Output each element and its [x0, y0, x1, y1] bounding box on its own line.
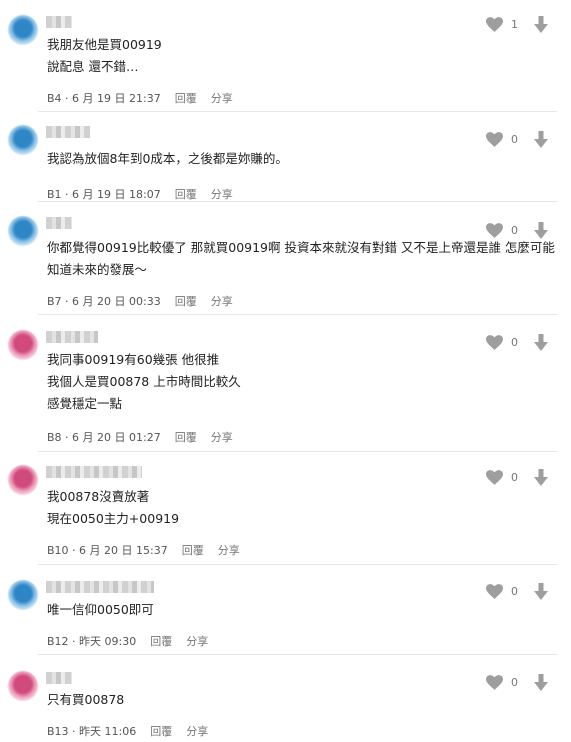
share-button[interactable]: 分享 [211, 92, 233, 105]
username-blurred[interactable] [46, 126, 90, 138]
comment-meta: B7 · 6 月 20 日 00:33 回覆 分享 [47, 293, 233, 309]
floor-number: B12 [47, 635, 69, 648]
floor-number: B10 [47, 544, 69, 557]
comment-item: 我認為放個8年到0成本，之後都是妳賺的。 B1 · 6 月 19 日 18:07 回… [0, 112, 571, 202]
username-blurred[interactable] [46, 331, 98, 343]
downvote-arrow-icon[interactable] [534, 469, 548, 486]
like-count: 0 [511, 336, 518, 349]
comment-item: 只有買00878 B13 · 昨天 11:06 回覆 分享 0 [0, 655, 571, 742]
reply-button[interactable]: 回覆 [175, 431, 197, 444]
comment-text-line: 唯一信仰0050即可 [47, 602, 154, 617]
avatar[interactable] [8, 15, 38, 45]
like-count: 0 [511, 676, 518, 689]
avatar[interactable] [8, 125, 38, 155]
share-button[interactable]: 分享 [211, 431, 233, 444]
comment-date: 昨天 09:30 [79, 635, 137, 648]
comment-text-line: 我00878沒賣放著 [47, 489, 150, 504]
downvote-arrow-icon[interactable] [534, 16, 548, 33]
meta-separator: · [68, 544, 80, 557]
comment-text-line: 我認為放個8年到0成本，之後都是妳賺的。 [47, 151, 288, 166]
floor-number: B1 [47, 188, 62, 201]
avatar[interactable] [8, 580, 38, 610]
floor-number: B13 [47, 725, 69, 738]
meta-separator: · [61, 431, 73, 444]
comment-item: 我朋友他是買00919 說配息 還不錯… B4 · 6 月 19 日 21:37 回覆… [0, 0, 571, 112]
share-button[interactable]: 分享 [186, 635, 208, 648]
floor-number: B4 [47, 92, 62, 105]
comment-meta: B10 · 6 月 20 日 15:37 回覆 分享 [47, 542, 240, 558]
reply-button[interactable]: 回覆 [150, 635, 172, 648]
reply-button[interactable]: 回覆 [150, 725, 172, 738]
floor-number: B8 [47, 431, 62, 444]
downvote-arrow-icon[interactable] [534, 674, 548, 691]
meta-separator: · [68, 725, 80, 738]
comment-text-line: 我朋友他是買00919 [47, 37, 162, 52]
comment-item: 你都覺得00919比較優了 那就買00919啊 投資本來就沒有對錯 又不是上帝還… [0, 202, 571, 315]
reply-button[interactable]: 回覆 [175, 188, 197, 201]
username-blurred[interactable] [46, 672, 72, 684]
comment-meta: B12 · 昨天 09:30 回覆 分享 [47, 633, 208, 649]
like-count: 0 [511, 471, 518, 484]
comment-text-line: 說配息 還不錯… [47, 59, 139, 74]
comment-date: 6 月 20 日 01:27 [72, 431, 161, 444]
share-button[interactable]: 分享 [211, 188, 233, 201]
comment-date: 6 月 19 日 18:07 [72, 188, 161, 201]
like-heart-icon[interactable] [486, 335, 503, 350]
comment-date: 昨天 11:06 [79, 725, 137, 738]
meta-separator: · [61, 92, 73, 105]
avatar[interactable] [8, 465, 38, 495]
share-button[interactable]: 分享 [211, 295, 233, 308]
like-heart-icon[interactable] [486, 675, 503, 690]
avatar[interactable] [8, 330, 38, 360]
comment-item: 我00878沒賣放著現在0050主力+00919 B10 · 6 月 20 日 1… [0, 452, 571, 565]
comment-text-line: 感覺穩定一點 [47, 396, 123, 411]
comment-date: 6 月 19 日 21:37 [72, 92, 161, 105]
username-blurred[interactable] [46, 466, 142, 478]
comment-item: 我同事00919有60幾張 他很推我個人是買00878 上市時間比較久 感覺穩定一… [0, 315, 571, 452]
comment-date: 6 月 20 日 15:37 [79, 544, 168, 557]
comment-meta: B8 · 6 月 20 日 01:27 回覆 分享 [47, 429, 233, 445]
comment-text-line: 我同事00919有60幾張 他很推 [47, 352, 220, 367]
reply-button[interactable]: 回覆 [175, 295, 197, 308]
downvote-arrow-icon[interactable] [534, 583, 548, 600]
share-button[interactable]: 分享 [186, 725, 208, 738]
reply-button[interactable]: 回覆 [182, 544, 204, 557]
downvote-arrow-icon[interactable] [534, 334, 548, 351]
comment-list: 我朋友他是買00919 說配息 還不錯… B4 · 6 月 19 日 21:37 回覆… [0, 0, 571, 742]
comment-text-line: 只有買00878 [47, 692, 125, 707]
like-heart-icon[interactable] [486, 470, 503, 485]
like-heart-icon[interactable] [486, 17, 503, 32]
downvote-arrow-icon[interactable] [534, 131, 548, 148]
meta-separator: · [61, 188, 73, 201]
comment-meta: B4 · 6 月 19 日 21:37 回覆 分享 [47, 90, 233, 106]
reply-button[interactable]: 回覆 [175, 92, 197, 105]
floor-number: B7 [47, 295, 62, 308]
downvote-arrow-icon[interactable] [534, 222, 548, 239]
comment-text-line: 現在0050主力+00919 [47, 511, 180, 526]
username-blurred[interactable] [46, 217, 72, 229]
like-count: 0 [511, 585, 518, 598]
comment-meta: B1 · 6 月 19 日 18:07 回覆 分享 [47, 186, 233, 202]
like-heart-icon[interactable] [486, 223, 503, 238]
meta-separator: · [68, 635, 80, 648]
like-heart-icon[interactable] [486, 132, 503, 147]
comment-text-line: 我個人是買00878 上市時間比較久 [47, 374, 241, 389]
like-heart-icon[interactable] [486, 584, 503, 599]
share-button[interactable]: 分享 [218, 544, 240, 557]
comment-text-line: 知道未來的發展～ [47, 262, 148, 277]
username-blurred[interactable] [46, 16, 72, 28]
like-count: 0 [511, 133, 518, 146]
comment-text-line: 你都覺得00919比較優了 那就買00919啊 投資本來就沒有對錯 又不是上帝還… [47, 240, 555, 255]
comment-date: 6 月 20 日 00:33 [72, 295, 161, 308]
comment-item: 唯一信仰0050即可 B12 · 昨天 09:30 回覆 分享 0 [0, 565, 571, 655]
avatar[interactable] [8, 671, 38, 701]
username-blurred[interactable] [46, 581, 154, 593]
avatar[interactable] [8, 216, 38, 246]
like-count: 0 [511, 224, 518, 237]
meta-separator: · [61, 295, 73, 308]
comment-meta: B13 · 昨天 11:06 回覆 分享 [47, 723, 208, 739]
like-count: 1 [511, 18, 518, 31]
